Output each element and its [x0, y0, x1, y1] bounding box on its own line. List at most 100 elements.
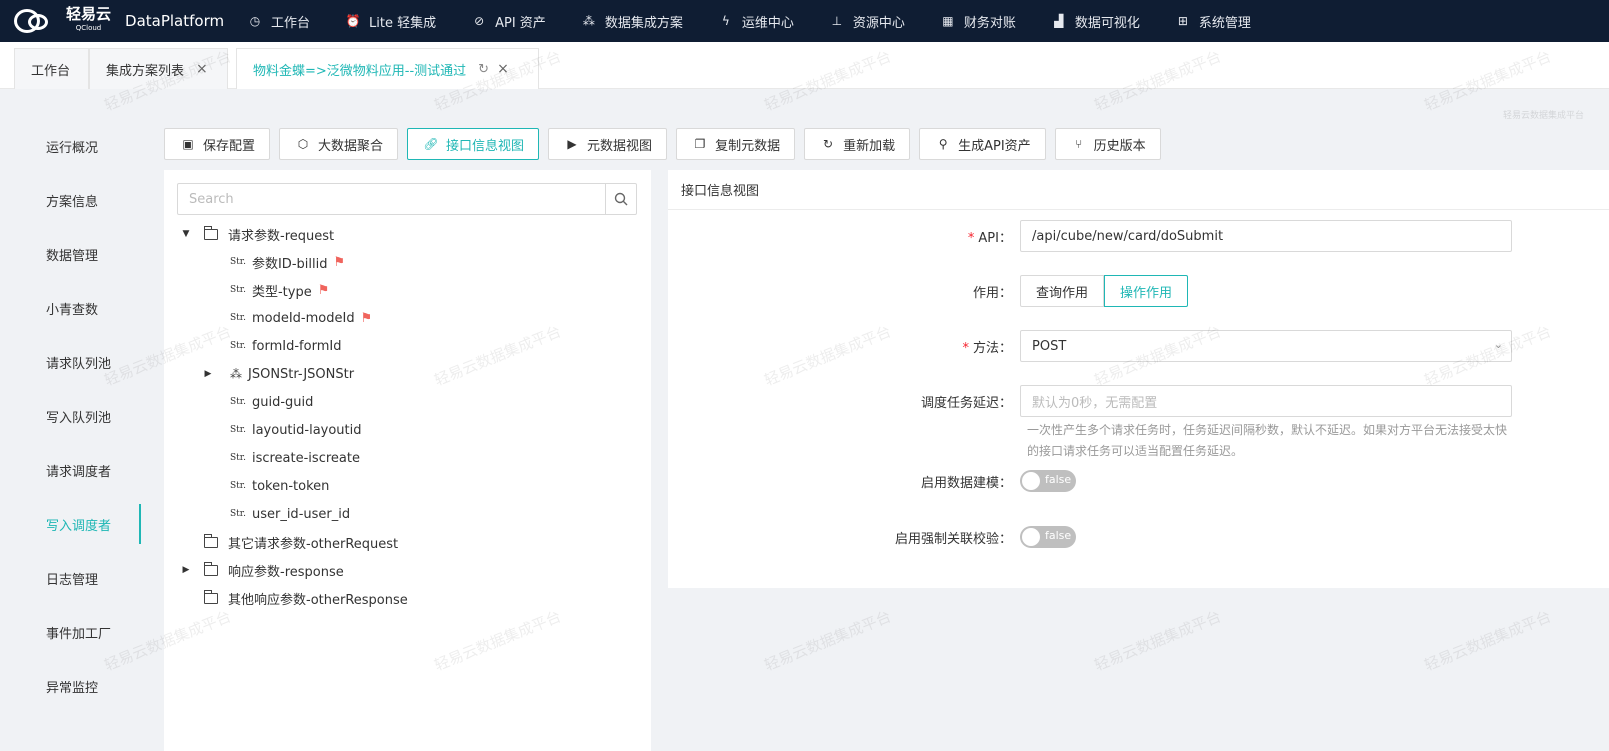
api-row: * API： /api/cube/new/card/doSubmit	[668, 220, 1609, 252]
role-row: 作用： 查询作用 操作作用	[668, 275, 1609, 307]
tree-node[interactable]: Str. iscreate-iscreate	[164, 444, 651, 472]
sidebar-item-event-factory[interactable]: 事件加工厂	[0, 605, 141, 659]
copy-metadata-button[interactable]: ❐ 复制元数据	[676, 128, 796, 160]
close-icon[interactable]: ×	[497, 61, 509, 77]
tree-node[interactable]: Str. 类型-type ⚑	[164, 276, 651, 304]
api-label: * API：	[967, 230, 1012, 246]
flag-icon: ⚑	[333, 254, 346, 270]
nav-integration-solutions[interactable]: ⁂ 数据集成方案	[564, 0, 701, 42]
tree-node[interactable]: Str. user_id-user_id	[164, 500, 651, 528]
string-type-icon: Str.	[230, 397, 246, 407]
panel-title: 接口信息视图	[668, 170, 1609, 210]
tree-node[interactable]: ▶ 响应参数-response	[164, 556, 651, 584]
brand-name-en: DataPlatform	[125, 12, 225, 30]
tree-node[interactable]: Str. formId-formId	[164, 332, 651, 360]
tree-node[interactable]: Str. 参数ID-billid ⚑	[164, 248, 651, 276]
flag-icon: ⚑	[317, 282, 330, 298]
nav-lite-integration[interactable]: ⏰ Lite 轻集成	[328, 0, 454, 42]
tab-current-solution[interactable]: 物料金蝶=>泛微物料应用--测试通过 ↻ ×	[236, 48, 539, 89]
tree-node[interactable]: 其他响应参数-otherResponse	[164, 584, 651, 612]
caret-down-icon[interactable]: ▼	[180, 229, 192, 239]
close-icon[interactable]: ×	[196, 61, 208, 77]
qcloud-logo-icon	[14, 6, 62, 36]
watermark: 轻易云数据集成平台	[761, 607, 894, 675]
watermark: 轻易云数据集成平台	[1503, 111, 1585, 121]
reload-button[interactable]: ↻ 重新加载	[804, 128, 911, 160]
link-icon: 🔗︎	[423, 137, 439, 151]
bar-chart-icon: ▟	[1054, 14, 1064, 28]
api-field[interactable]: /api/cube/new/card/doSubmit	[1020, 220, 1512, 252]
top-navigation-bar: 轻易云 QCloud DataPlatform ◷ 工作台 ⏰ Lite 轻集成 ⊘…	[0, 0, 1609, 42]
nav-visualization[interactable]: ▟ 数据可视化	[1034, 0, 1158, 42]
tree-search	[177, 183, 637, 215]
tree-node[interactable]: 其它请求参数-otherRequest	[164, 528, 651, 556]
tree-node[interactable]: Str. modeId-modeId ⚑	[164, 304, 651, 332]
tree-node[interactable]: Str. layoutid-layoutid	[164, 416, 651, 444]
strict-check-toggle[interactable]: false	[1020, 526, 1076, 548]
sidebar-item-exception-monitor[interactable]: 异常监控	[0, 659, 141, 713]
toolbar: ▣ 保存配置 ⬡ 大数据聚合 🔗︎ 接口信息视图 ▶ 元数据视图 ❐ 复制元数据 ↻ 重新加…	[164, 128, 1170, 160]
tree-node[interactable]: ▼ 请求参数-request	[164, 220, 651, 248]
tree-node[interactable]: ▶ ⁂ JSONStr-JSONStr	[164, 360, 651, 388]
search-input[interactable]	[178, 184, 605, 214]
refresh-icon[interactable]: ↻	[478, 62, 489, 77]
cube-icon: ⬡	[297, 137, 309, 151]
delay-help-text: 一次性产生多个请求任务时，任务延迟间隔秒数，默认不延迟。如果对方平台无法接受太快…	[1027, 423, 1508, 458]
caret-right-icon[interactable]: ▶	[202, 369, 214, 379]
bolt-icon: ϟ	[721, 14, 730, 28]
string-type-icon: Str.	[230, 481, 246, 491]
folder-icon	[203, 225, 218, 240]
save-config-button[interactable]: ▣ 保存配置	[164, 128, 271, 160]
method-row: * 方法： POST ⌄	[668, 330, 1609, 362]
caret-right-icon[interactable]: ▶	[180, 565, 192, 575]
metadata-view-button[interactable]: ▶ 元数据视图	[548, 128, 668, 160]
left-sidebar: 运行概况 方案信息 数据管理 小青查数 请求队列池 写入队列池 请求调度者 写入…	[0, 119, 141, 751]
string-type-icon: Str.	[230, 285, 246, 295]
sidebar-item-solution-info[interactable]: 方案信息	[0, 173, 141, 227]
sidebar-item-log-management[interactable]: 日志管理	[0, 551, 141, 605]
sidebar-item-data-query[interactable]: 小青查数	[0, 281, 141, 335]
history-version-button[interactable]: ⑂ 历史版本	[1054, 128, 1161, 160]
nav-resource-center[interactable]: ⊥ 资源中心	[812, 0, 923, 42]
generate-api-asset-button[interactable]: ⚲ 生成API资产	[919, 128, 1046, 160]
tree-node[interactable]: Str. guid-guid	[164, 388, 651, 416]
nav-system-admin[interactable]: ⊞ 系统管理	[1158, 0, 1269, 42]
sidebar-item-write-queue[interactable]: 写入队列池	[0, 389, 141, 443]
role-operate-option[interactable]: 操作作用	[1104, 275, 1189, 307]
string-type-icon: Str.	[230, 425, 246, 435]
strict-check-row: 启用强制关联校验： false	[668, 526, 1609, 548]
watermark: 轻易云数据集成平台	[1091, 607, 1224, 675]
data-modeling-toggle[interactable]: false	[1020, 470, 1076, 492]
search-icon[interactable]	[605, 184, 636, 214]
delay-input[interactable]: 默认为0秒，无需配置	[1020, 385, 1512, 417]
sidebar-item-write-scheduler[interactable]: 写入调度者	[0, 497, 141, 551]
nav-api-assets[interactable]: ⊘ API 资产	[454, 0, 564, 42]
branch-icon: ⑂	[1075, 137, 1083, 151]
network-icon: ⁂	[582, 14, 595, 28]
sidebar-item-overview[interactable]: 运行概况	[0, 119, 141, 173]
interface-info-view-button[interactable]: 🔗︎ 接口信息视图	[407, 128, 540, 160]
nav-workbench[interactable]: ◷ 工作台	[230, 0, 328, 42]
folder-icon	[203, 589, 218, 604]
string-type-icon: Str.	[230, 509, 246, 519]
nav-finance[interactable]: ▦ 财务对账	[923, 0, 1034, 42]
role-query-option[interactable]: 查询作用	[1020, 275, 1105, 307]
main-nav: ◷ 工作台 ⏰ Lite 轻集成 ⊘ API 资产 ⁂ 数据集成方案 ϟ 运维中心 ⊥ 资源…	[230, 0, 1269, 42]
brand[interactable]: 轻易云 QCloud DataPlatform	[0, 6, 230, 36]
tab-workbench[interactable]: 工作台	[14, 48, 89, 89]
alarm-icon: ⏰	[345, 14, 361, 28]
sidebar-item-data-management[interactable]: 数据管理	[0, 227, 141, 281]
role-radio-group: 查询作用 操作作用	[1020, 275, 1189, 307]
calculator-icon: ▦	[942, 14, 954, 28]
sidebar-item-request-scheduler[interactable]: 请求调度者	[0, 443, 141, 497]
tab-solution-list[interactable]: 集成方案列表 ×	[89, 48, 228, 89]
sidebar-item-request-queue[interactable]: 请求队列池	[0, 335, 141, 389]
big-data-aggregate-button[interactable]: ⬡ 大数据聚合	[279, 128, 399, 160]
method-label: * 方法：	[962, 340, 1012, 356]
method-select[interactable]: POST ⌄	[1020, 330, 1512, 362]
terminal-icon: ▶	[567, 137, 577, 151]
grid-icon: ⊞	[1177, 14, 1188, 28]
string-type-icon: Str.	[230, 341, 246, 351]
tree-node[interactable]: Str. token-token	[164, 472, 651, 500]
nav-ops-center[interactable]: ϟ 运维中心	[701, 0, 812, 42]
